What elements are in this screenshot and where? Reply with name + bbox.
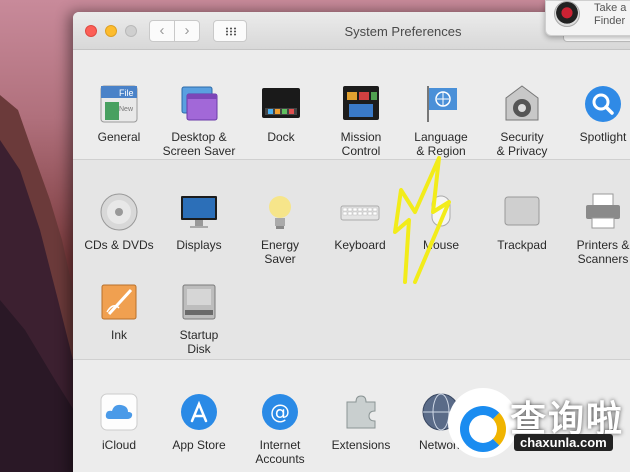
startup-disk-icon: [179, 282, 219, 322]
internet-accounts-icon: @: [260, 392, 300, 432]
pane-startup-disk[interactable]: Startup Disk: [159, 282, 239, 356]
app-store-icon: [179, 392, 219, 432]
dock-icon: [261, 84, 301, 124]
yellow-arrow-annotation: [393, 156, 451, 284]
personal-section: File New General Desktop & Screen Saver Do…: [73, 50, 630, 160]
notification-banner[interactable]: Take a Finder: [545, 0, 630, 36]
pane-label: Trackpad: [497, 238, 547, 252]
general-icon: File New: [99, 84, 139, 124]
mission-control-icon: [341, 84, 381, 124]
pane-app-store[interactable]: App Store: [159, 392, 239, 452]
notification-text: Take a Finder: [594, 2, 627, 27]
pane-label: CDs & DVDs: [84, 238, 154, 252]
minimize-button[interactable]: [105, 25, 117, 37]
pane-label: Internet Accounts: [255, 438, 305, 466]
pane-label: General: [97, 130, 141, 144]
pane-trackpad[interactable]: Trackpad: [482, 192, 562, 252]
pane-label: Ink: [110, 328, 127, 342]
notification-avatar-icon: [554, 1, 580, 27]
displays-icon: [179, 192, 219, 232]
pane-label: Displays: [176, 238, 222, 252]
forward-button[interactable]: ›: [174, 20, 200, 42]
pane-mission-control[interactable]: Mission Control: [321, 84, 401, 158]
security-privacy-icon: [502, 84, 542, 124]
language-region-icon: [421, 84, 461, 124]
chevron-left-icon: ‹: [159, 22, 165, 39]
pane-dock[interactable]: Dock: [241, 84, 321, 144]
pane-printers-scanners[interactable]: Printers & Scanners: [563, 192, 630, 266]
keyboard-icon: [340, 192, 380, 232]
printer-icon: [583, 192, 623, 232]
pane-label: Energy Saver: [260, 238, 300, 266]
pane-spotlight[interactable]: Spotlight: [563, 84, 630, 144]
pane-energy-saver[interactable]: Energy Saver: [240, 192, 320, 266]
pane-label: Security & Privacy: [496, 130, 548, 158]
svg-text:New: New: [119, 106, 134, 113]
pane-security-privacy[interactable]: Security & Privacy: [482, 84, 562, 158]
pane-label: Desktop & Screen Saver: [162, 130, 236, 158]
svg-text:File: File: [119, 88, 134, 98]
pane-label: Extensions: [331, 438, 391, 452]
extensions-icon: [341, 392, 381, 432]
wallpaper-mountain: [0, 95, 80, 472]
pane-cds-dvds[interactable]: CDs & DVDs: [79, 192, 159, 252]
show-all-button[interactable]: [213, 20, 247, 42]
pane-label: App Store: [172, 438, 226, 452]
watermark: 查询啦 chaxunla.com: [448, 382, 624, 462]
watermark-logo-icon: [448, 388, 518, 458]
pane-displays[interactable]: Displays: [159, 192, 239, 252]
icloud-icon: [99, 392, 139, 432]
trackpad-icon: [502, 192, 542, 232]
spotlight-icon: [583, 84, 623, 124]
ink-icon: [99, 282, 139, 322]
pane-language-region[interactable]: Language & Region: [401, 84, 481, 158]
pane-icloud[interactable]: iCloud: [79, 392, 159, 452]
pane-ink[interactable]: Ink: [79, 282, 159, 342]
desktop-screensaver-icon: [179, 84, 219, 124]
hardware-section: CDs & DVDs Displays Energy Saver Keyboard…: [73, 160, 630, 360]
back-button[interactable]: ‹: [149, 20, 175, 42]
pane-label: Spotlight: [579, 130, 627, 144]
pane-label: Dock: [267, 130, 295, 144]
pane-label: iCloud: [101, 438, 137, 452]
cd-dvd-icon: [99, 192, 139, 232]
watermark-site: chaxunla.com: [514, 434, 613, 451]
chevron-right-icon: ›: [184, 22, 190, 39]
pane-internet-accounts[interactable]: @ Internet Accounts: [240, 392, 320, 466]
energy-saver-icon: [260, 192, 300, 232]
close-button[interactable]: [85, 25, 97, 37]
pane-general[interactable]: File New General: [79, 84, 159, 144]
pane-desktop-screen-saver[interactable]: Desktop & Screen Saver: [159, 84, 239, 158]
pane-extensions[interactable]: Extensions: [321, 392, 401, 452]
pane-label: Printers & Scanners: [576, 238, 630, 266]
window-title: System Preferences: [344, 24, 462, 39]
zoom-button[interactable]: [125, 25, 137, 37]
pane-label: Startup Disk: [179, 328, 219, 356]
grid-icon: [225, 27, 237, 36]
svg-text:@: @: [270, 400, 290, 424]
